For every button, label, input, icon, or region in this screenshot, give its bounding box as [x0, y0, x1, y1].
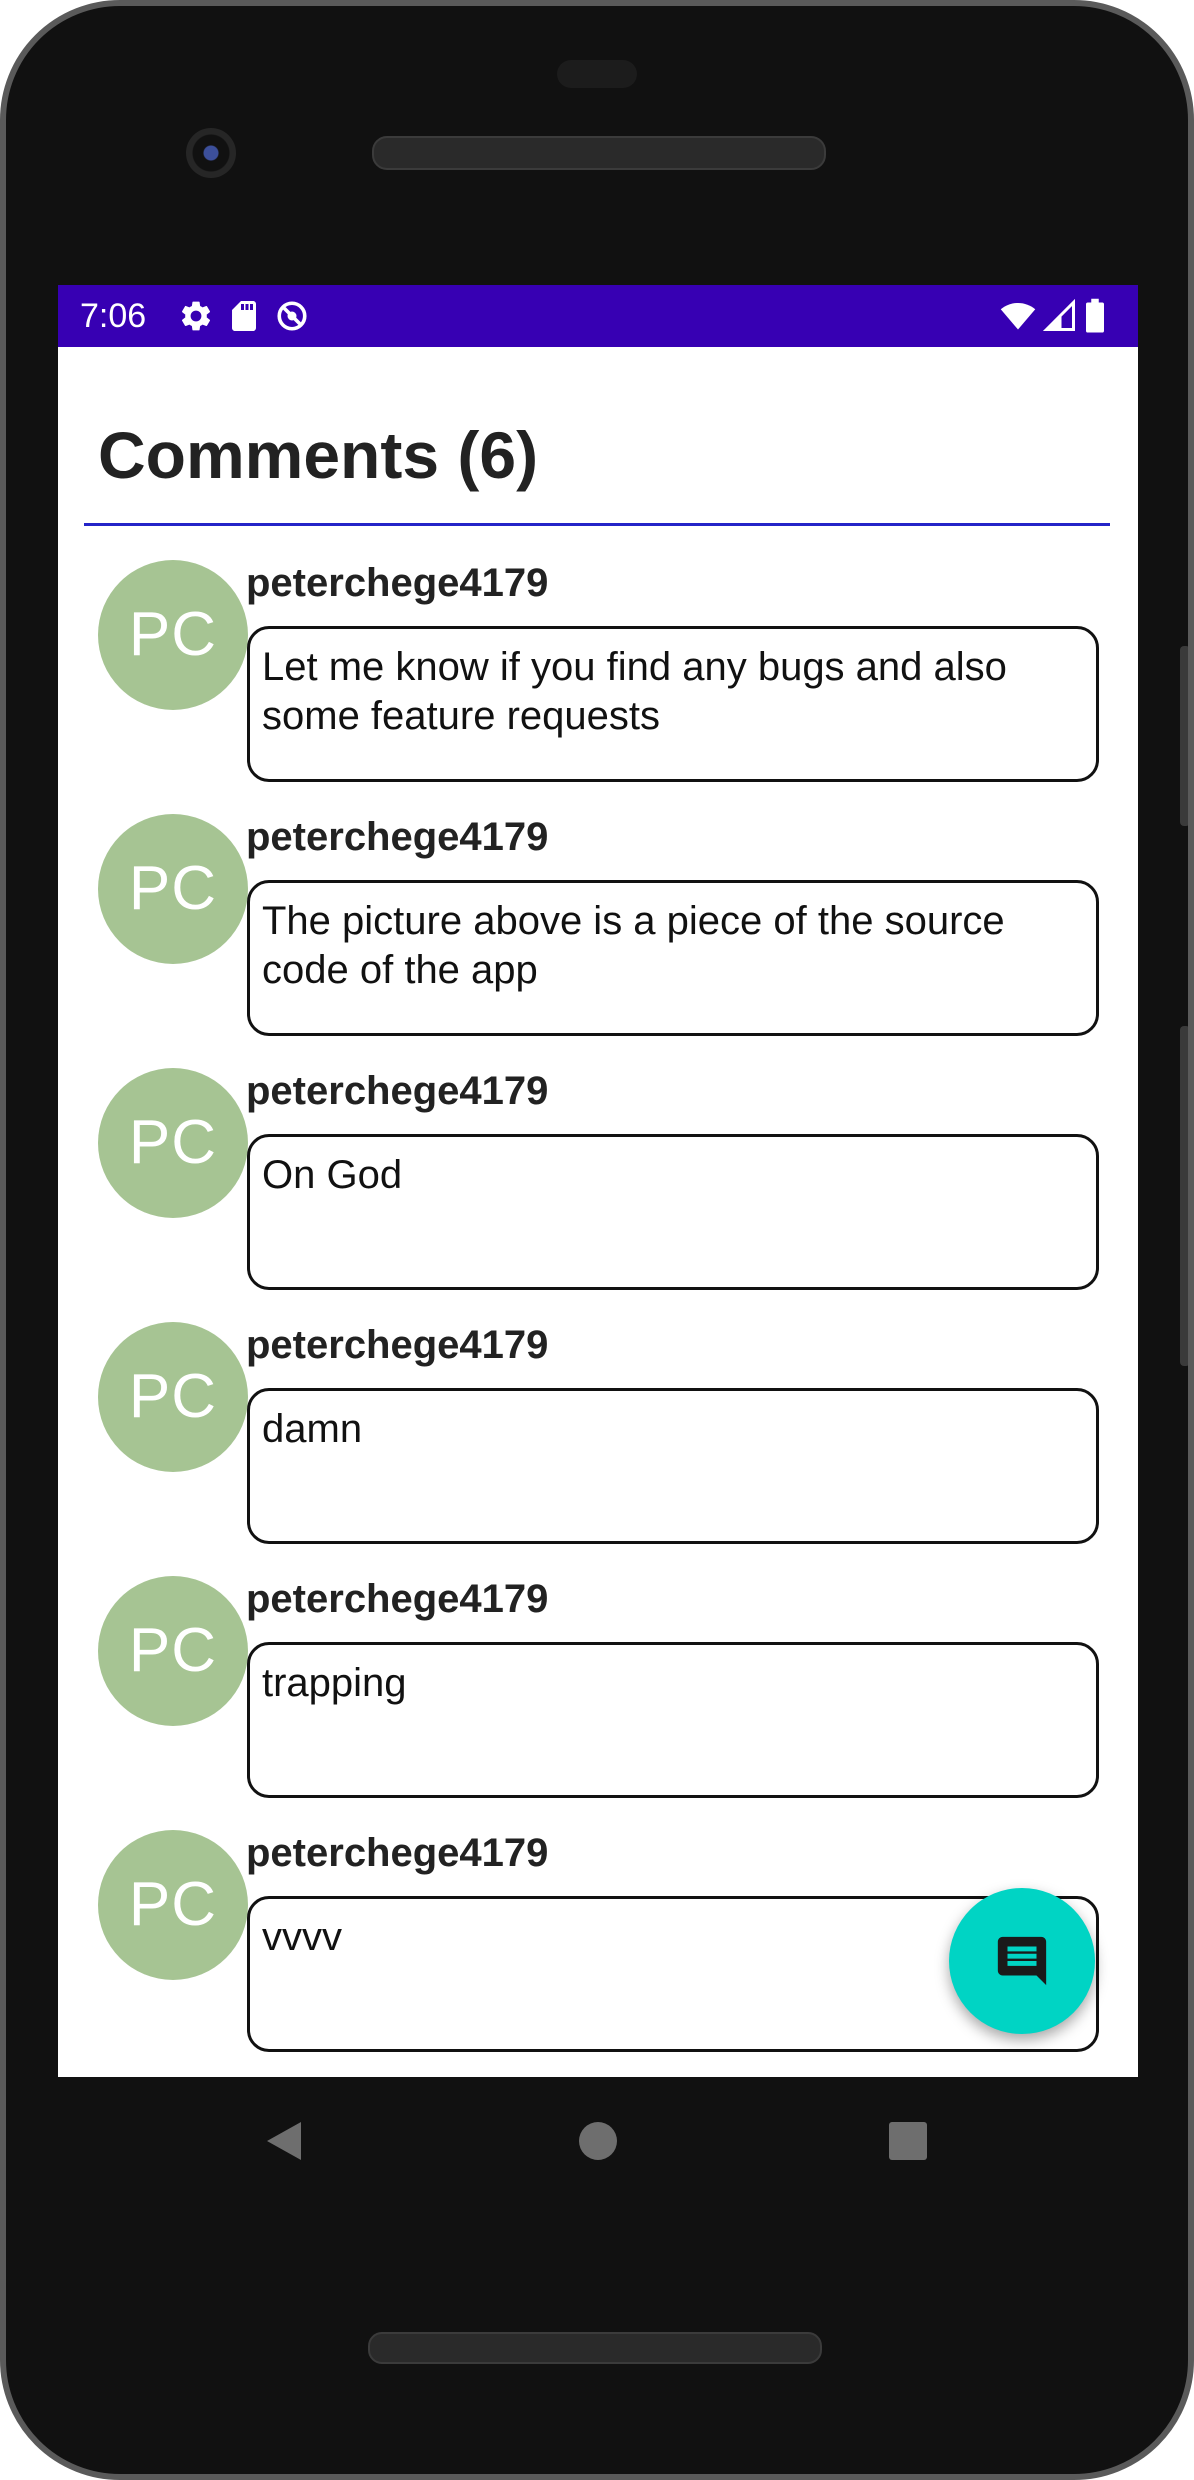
comment-username[interactable]: peterchege4179: [246, 1322, 548, 1368]
status-bar: 7:06: [58, 285, 1138, 347]
comment-username[interactable]: peterchege4179: [246, 560, 548, 606]
avatar[interactable]: PC: [98, 560, 248, 710]
avatar[interactable]: PC: [98, 1322, 248, 1472]
add-comment-button[interactable]: [949, 1888, 1095, 2034]
comment-username[interactable]: peterchege4179: [246, 1068, 548, 1114]
comment-username[interactable]: peterchege4179: [246, 1576, 548, 1622]
home-icon[interactable]: [558, 2101, 638, 2181]
bottom-speaker: [368, 2332, 822, 2364]
front-camera: [186, 128, 236, 178]
earpiece-speaker: [372, 136, 826, 170]
recents-icon[interactable]: [868, 2101, 948, 2181]
avatar[interactable]: PC: [98, 814, 248, 964]
comment-item[interactable]: PC peterchege4179 On God: [58, 1068, 1138, 1322]
back-icon[interactable]: [243, 2101, 323, 2181]
comment-text: The picture above is a piece of the sour…: [247, 880, 1099, 1036]
app-screen: 7:06 Comments (6) PC peterchege4179 Let …: [58, 285, 1138, 2077]
comment-item[interactable]: PC peterchege4179 trapping: [58, 1576, 1138, 1830]
sd-card-icon: [226, 298, 262, 334]
volume-rocker: [1180, 1026, 1188, 1366]
avatar[interactable]: PC: [98, 1576, 248, 1726]
comment-text: On God: [247, 1134, 1099, 1290]
system-navigation-bar: [58, 2077, 1138, 2207]
page-title: Comments (6): [98, 418, 539, 492]
battery-icon: [1084, 298, 1110, 334]
comment-icon: [993, 1932, 1051, 1990]
comment-text: trapping: [247, 1642, 1099, 1798]
comment-item[interactable]: PC peterchege4179 damn: [58, 1322, 1138, 1576]
cell-signal-icon: [1042, 298, 1078, 334]
comment-item[interactable]: PC peterchege4179 The picture above is a…: [58, 814, 1138, 1068]
wifi-icon: [998, 298, 1038, 334]
comment-username[interactable]: peterchege4179: [246, 814, 548, 860]
comment-username[interactable]: peterchege4179: [246, 1830, 548, 1876]
power-button: [1180, 646, 1188, 826]
settings-icon: [178, 298, 214, 334]
proximity-sensor: [557, 60, 637, 88]
avatar[interactable]: PC: [98, 1068, 248, 1218]
avatar[interactable]: PC: [98, 1830, 248, 1980]
comment-text: Let me know if you find any bugs and als…: [247, 626, 1099, 782]
status-time: 7:06: [80, 297, 147, 335]
title-divider: [84, 523, 1110, 526]
phone-frame: 7:06 Comments (6) PC peterchege4179 Let …: [0, 0, 1194, 2480]
comment-text: damn: [247, 1388, 1099, 1544]
comment-item[interactable]: PC peterchege4179 Let me know if you fin…: [58, 560, 1138, 814]
no-sync-icon: [274, 298, 310, 334]
